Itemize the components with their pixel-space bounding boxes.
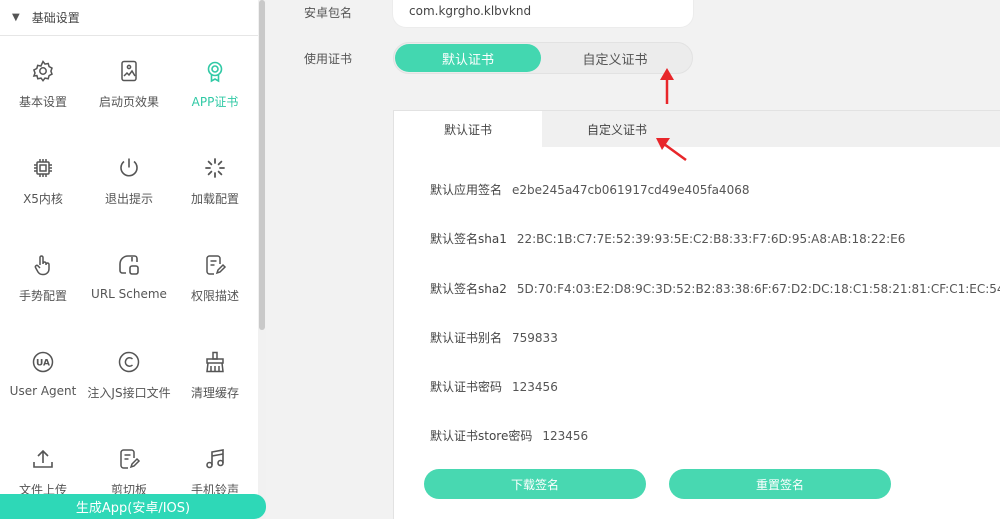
- info-row-sha2: 默认签名sha2 5D:70:F4:03:E2:D8:9C:3D:52:B2:83…: [430, 280, 1000, 297]
- tool-clear-cache[interactable]: 清理缓存: [172, 329, 258, 419]
- tool-basic-settings[interactable]: 基本设置: [0, 38, 86, 128]
- tool-url-scheme[interactable]: URL Scheme: [86, 232, 172, 322]
- info-key: 默认签名sha1: [430, 232, 507, 246]
- tool-label: 基本设置: [18, 95, 67, 109]
- info-value: 759833: [512, 331, 558, 345]
- package-name-input[interactable]: com.kgrgho.klbvknd: [392, 0, 694, 28]
- tool-label: 清理缓存: [190, 386, 239, 400]
- clipboard-icon: [116, 446, 142, 472]
- copyright-icon: [116, 349, 142, 375]
- image-icon: [116, 58, 142, 84]
- info-key: 默认证书store密码: [430, 429, 533, 443]
- info-value: 123456: [542, 429, 589, 443]
- sidebar-scrollbar-thumb[interactable]: [259, 0, 265, 330]
- certificate-icon: [202, 58, 228, 84]
- tool-x5-kernel[interactable]: X5内核: [0, 135, 86, 225]
- tab-default-certificate[interactable]: 默认证书: [394, 111, 542, 147]
- info-row-sha1: 默认签名sha1 22:BC:1B:C7:7E:52:39:93:5E:C2:B8…: [430, 230, 905, 247]
- generate-app-button[interactable]: 生成App(安卓/IOS): [0, 494, 266, 519]
- tool-loading-config[interactable]: 加载配置: [172, 135, 258, 225]
- package-name-label: 安卓包名: [304, 6, 353, 20]
- gear-icon: [30, 58, 56, 84]
- section-header-basic-settings[interactable]: ▼ 基础设置: [0, 0, 258, 36]
- info-key: 默认应用签名: [430, 183, 503, 197]
- svg-text:UA: UA: [36, 359, 50, 369]
- info-row-password: 默认证书密码 123456: [430, 378, 558, 395]
- tool-inject-js[interactable]: 注入JS接口文件: [86, 329, 172, 419]
- tool-label: 权限描述: [190, 289, 239, 303]
- sidebar-scrollbar[interactable]: [258, 0, 266, 519]
- link-icon: [116, 252, 142, 278]
- annotation-arrow-icon: [656, 138, 687, 162]
- tool-label: 加载配置: [190, 192, 239, 206]
- tool-label: X5内核: [23, 192, 63, 206]
- section-title: 基础设置: [31, 11, 80, 25]
- info-value: 123456: [512, 380, 558, 394]
- certificate-toggle: 默认证书 自定义证书: [393, 42, 693, 74]
- tool-exit-prompt[interactable]: 退出提示: [86, 135, 172, 225]
- tool-user-agent[interactable]: UA User Agent: [0, 329, 86, 419]
- download-signature-button[interactable]: 下载签名: [424, 469, 646, 499]
- info-row-store-password: 默认证书store密码 123456: [430, 427, 588, 444]
- panel-tabs: 默认证书 自定义证书: [394, 111, 1000, 147]
- sidebar: ▼ 基础设置 基本设置 启动页效果 APP证书 X5内核 退出提示 加载配置 手…: [0, 0, 266, 519]
- tool-permission-description[interactable]: 权限描述: [172, 232, 258, 322]
- tool-label: User Agent: [9, 384, 77, 398]
- annotation-arrow-icon: [660, 68, 674, 104]
- info-key: 默认签名sha2: [430, 282, 507, 296]
- tool-label: APP证书: [191, 95, 239, 109]
- info-value: 22:BC:1B:C7:7E:52:39:93:5E:C2:B8:33:F7:6…: [516, 232, 906, 246]
- upload-icon: [30, 446, 56, 472]
- chip-icon: [30, 155, 56, 181]
- tool-label: 手势配置: [18, 289, 67, 303]
- use-certificate-label: 使用证书: [304, 52, 353, 66]
- info-row-alias: 默认证书别名 759833: [430, 329, 558, 346]
- music-icon: [202, 446, 228, 472]
- power-icon: [116, 155, 142, 181]
- broom-icon: [202, 349, 228, 375]
- toggle-default-certificate[interactable]: 默认证书: [395, 44, 541, 72]
- caret-down-icon: ▼: [12, 12, 20, 23]
- reset-signature-button[interactable]: 重置签名: [669, 469, 891, 499]
- hand-pointer-icon: [30, 252, 56, 278]
- tool-label: URL Scheme: [91, 287, 167, 301]
- info-key: 默认证书密码: [430, 380, 503, 394]
- info-key: 默认证书别名: [430, 331, 503, 345]
- tool-app-certificate[interactable]: APP证书: [172, 38, 258, 128]
- info-value: 5D:70:F4:03:E2:D8:9C:3D:52:B2:83:38:6F:6…: [516, 282, 1000, 296]
- info-value: e2be245a47cb061917cd49e405fa4068: [512, 183, 750, 197]
- certificate-panel: 默认证书 自定义证书 默认应用签名 e2be245a47cb061917cd49e…: [393, 110, 1000, 519]
- info-row-app-signature: 默认应用签名 e2be245a47cb061917cd49e405fa4068: [430, 181, 749, 198]
- ua-icon: UA: [30, 349, 56, 375]
- tool-gesture-config[interactable]: 手势配置: [0, 232, 86, 322]
- tool-label: 启动页效果: [98, 95, 159, 109]
- tool-splash-effect[interactable]: 启动页效果: [86, 38, 172, 128]
- tool-label: 退出提示: [104, 192, 153, 206]
- tool-label: 注入JS接口文件: [87, 386, 171, 400]
- loading-icon: [202, 155, 228, 181]
- edit-document-icon: [202, 252, 228, 278]
